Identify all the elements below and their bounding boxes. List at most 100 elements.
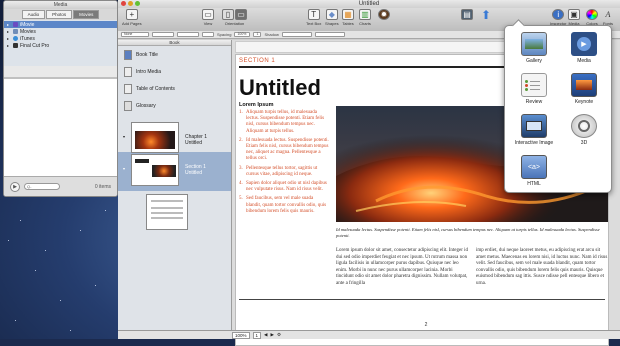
disclosure-triangle-icon[interactable]: ▸ <box>7 29 11 34</box>
toc-icon <box>124 83 132 94</box>
tables-button[interactable]: ▦ Tables <box>342 9 354 26</box>
list-item: 4. Sapien dolor aliquet odio ut nisl dapi… <box>239 181 327 193</box>
spacing-field[interactable]: 100% <box>234 32 251 37</box>
keynote-slide-icon <box>576 80 592 90</box>
alpha-slider[interactable] <box>314 32 345 37</box>
sidebar-item-intro-media[interactable]: Intro Media <box>118 63 231 80</box>
minimize-button[interactable] <box>128 1 133 6</box>
paragraph-style-popup[interactable]: None <box>121 32 149 37</box>
colors-button[interactable]: Colors <box>586 9 598 26</box>
gallery-icon <box>521 32 547 56</box>
widget-label: 3D <box>580 140 588 146</box>
fonts-button[interactable]: A Fonts <box>602 9 614 26</box>
widget-label: Media <box>577 58 591 64</box>
list-item-text: Sapien dolor aliquet odio ut nisl dapibu… <box>246 181 327 193</box>
sidebar-item-chapter-1[interactable]: ▾ Chapter 1 Untitled <box>118 114 231 153</box>
text-box-icon: T <box>307 9 320 20</box>
play-button[interactable]: ▶ <box>10 181 20 192</box>
subhead[interactable]: Lorem Ipsum <box>239 102 274 108</box>
sidebar-item-label: Intro Media <box>136 68 162 75</box>
widget-label: HTML <box>527 181 541 187</box>
disclosure-triangle-icon[interactable]: ▸ <box>7 36 11 41</box>
section-subtitle: Untitled <box>185 170 202 176</box>
widget-keynote[interactable]: Keynote <box>563 73 605 105</box>
line-popup[interactable] <box>177 32 199 37</box>
settings-gear-icon[interactable]: ⚙ <box>277 332 281 338</box>
stroke-popup[interactable] <box>152 32 174 37</box>
page-number: 2 <box>424 322 428 328</box>
previous-page-icon[interactable]: ◀ <box>264 332 267 338</box>
fonts-icon: A <box>605 10 611 19</box>
plus-icon: + <box>125 9 138 20</box>
page-title[interactable]: Untitled <box>239 75 321 101</box>
media-search-input[interactable]: Q- <box>24 183 60 190</box>
add-pages-button[interactable]: + Add Pages <box>122 9 142 26</box>
tree-item-label: iMovie <box>20 21 35 28</box>
inspector-button[interactable]: i Inspector <box>550 9 566 26</box>
disclosure-triangle-icon[interactable]: ▾ <box>123 122 125 152</box>
widget-gallery[interactable]: Gallery <box>513 32 555 64</box>
media-items-area[interactable] <box>4 79 117 177</box>
page-number-field[interactable]: 1 <box>252 331 262 339</box>
sidebar-item-table-of-contents[interactable]: Table of Contents <box>118 80 231 97</box>
thumb-line <box>151 212 183 214</box>
tree-item-final-cut-pro[interactable]: ▸ Final Cut Pro <box>4 42 117 49</box>
star <box>45 250 46 251</box>
next-page-icon[interactable]: ▶ <box>271 332 274 338</box>
close-button[interactable] <box>121 1 126 6</box>
send-button[interactable]: ▤ <box>461 9 473 21</box>
final-cut-pro-icon <box>13 43 18 48</box>
window-controls <box>121 1 140 6</box>
chapter-label: Chapter 1 Untitled <box>185 122 207 152</box>
widgets-popover: Gallery ▶ Media Review Keynote Interacti… <box>504 25 612 193</box>
disclosure-triangle-icon[interactable]: ▾ <box>123 154 125 191</box>
media-footer: ▶ Q- 0 items <box>4 176 117 196</box>
image-caption[interactable]: Id malesuada lectus. Suspendisse potenti… <box>336 227 608 238</box>
list-item: 1. Aliquam turpis tellus, id malesuada le… <box>239 110 325 134</box>
view-button[interactable]: ▭ View <box>202 9 214 26</box>
charts-button[interactable]: ▥ Charts <box>359 9 371 26</box>
numbered-list[interactable]: 1. Aliquam turpis tellus, id malesuada le… <box>239 110 329 218</box>
tree-item-label: Movies <box>20 28 36 35</box>
star <box>35 270 36 271</box>
widget-3d[interactable]: 3D <box>563 114 605 146</box>
itunes-icon <box>13 36 18 41</box>
orientation-button[interactable]: ▯ ▭ Orientation <box>222 9 247 26</box>
tree-item-imovie[interactable]: ▸ iMovie <box>4 21 117 28</box>
page-thumbnail[interactable] <box>146 194 188 230</box>
tree-item-movies[interactable]: ▸ Movies <box>4 28 117 35</box>
zoom-button[interactable] <box>135 1 140 6</box>
list-item: 5. Sed faucibus, sem vel male suada bland… <box>239 196 327 214</box>
body-text-column-right[interactable]: imp erdiet, dui neque laoreet metus, eu … <box>476 248 611 288</box>
section-header-label[interactable]: SECTION 1 <box>239 58 275 64</box>
widget-interactive-image[interactable]: Interactive Image <box>513 114 555 146</box>
media-button[interactable]: ▣ Media <box>568 9 580 26</box>
book-sidebar: Book Book Title Intro Media Table of Con… <box>118 40 232 330</box>
tab-photos[interactable]: Photos <box>46 10 73 19</box>
disclosure-triangle-icon[interactable]: ▸ <box>7 22 11 27</box>
tab-movies[interactable]: Movies <box>73 10 100 19</box>
items-count: 0 items <box>94 183 111 190</box>
widget-html[interactable]: <a> HTML <box>513 155 555 187</box>
shapes-button[interactable]: ◆ Shapes <box>325 9 339 26</box>
widgets-button[interactable]: ✹ <box>378 9 390 21</box>
media-tab-bar: Audio Photos Movies <box>4 9 117 20</box>
window-titlebar: Untitled <box>118 0 620 8</box>
sidebar-item-glossary[interactable]: Glossary <box>118 97 231 114</box>
widget-media[interactable]: ▶ Media <box>563 32 605 64</box>
sidebar-item-book-title[interactable]: Book Title <box>118 46 231 63</box>
tab-audio[interactable]: Audio <box>21 10 46 19</box>
text-box-button[interactable]: T Text Box <box>306 9 321 26</box>
body-text-column-left[interactable]: Lorem ipsum dolor sit amet, consectetur … <box>336 248 471 288</box>
sidebar-item-section-1[interactable]: ▾ Section 1 Untitled <box>118 152 231 191</box>
tree-item-itunes[interactable]: ▸ iTunes <box>4 35 117 42</box>
opacity-slider[interactable] <box>281 32 312 37</box>
widget-review[interactable]: Review <box>513 73 555 105</box>
disclosure-triangle-icon[interactable]: ▸ <box>7 43 11 48</box>
zoom-popup[interactable]: 100% <box>232 331 250 339</box>
fill-well[interactable] <box>202 32 214 37</box>
preview-button[interactable]: ⬆ <box>480 8 492 22</box>
columns-field[interactable]: 1 <box>253 32 262 37</box>
charts-label: Charts <box>359 21 371 26</box>
star <box>80 230 81 231</box>
